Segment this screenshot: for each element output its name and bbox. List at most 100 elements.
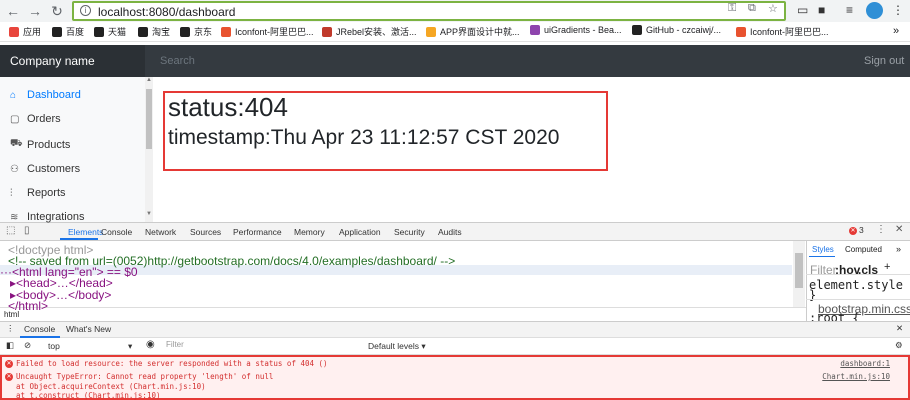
bookmark-label: 天猫 — [108, 27, 127, 37]
tab-elements[interactable]: Elements — [68, 227, 103, 237]
bookmark-favicon-icon — [52, 26, 62, 37]
dom-node[interactable]: </html> — [8, 299, 48, 313]
sidebar-item-products[interactable]: ⛟ Products — [10, 138, 70, 151]
extension-icon[interactable]: ■ — [818, 3, 825, 17]
address-bar[interactable]: i localhost:8080/dashboard — [72, 1, 786, 21]
message-source-link[interactable]: Chart.min.js:10 — [822, 372, 890, 381]
bookmark-item[interactable]: Iconfont-阿里巴巴... — [736, 25, 829, 38]
brand-link[interactable]: Company name — [0, 45, 145, 77]
bookmark-item[interactable]: 京东 — [180, 25, 212, 38]
drawer-close-icon[interactable]: ✕ — [896, 323, 903, 334]
active-tab-indicator — [60, 238, 98, 240]
url-text[interactable]: localhost:8080/dashboard — [98, 5, 235, 19]
bookmark-item[interactable]: Iconfont-阿里巴巴... — [221, 25, 314, 38]
sidebar-item-label: Integrations — [27, 211, 85, 223]
bookmark-item[interactable]: 淘宝 — [138, 25, 170, 38]
tab-computed[interactable]: Computed — [845, 245, 882, 254]
search-input[interactable]: Search — [160, 55, 195, 67]
tab-application[interactable]: Application — [339, 227, 381, 237]
home-icon: ⌂ — [10, 89, 17, 101]
devtools-close-icon[interactable]: ✕ — [895, 224, 903, 235]
sidebar-item-orders[interactable]: ▢ Orders — [10, 113, 61, 125]
bookmark-item[interactable]: JRebel安装、激活... — [322, 25, 417, 38]
back-icon[interactable]: ← — [4, 2, 22, 20]
reading-list-icon[interactable]: ≡ — [846, 3, 853, 17]
bookmark-favicon-icon — [180, 26, 190, 37]
bookmark-item[interactable]: uiGradients - Bea... — [530, 25, 622, 35]
elements-scroll-thumb[interactable] — [795, 253, 803, 288]
context-select[interactable]: top — [48, 341, 60, 351]
clear-console-icon[interactable]: ⊘ — [24, 340, 31, 351]
reload-icon[interactable]: ↻ — [48, 2, 66, 20]
tab-sources[interactable]: Sources — [190, 227, 221, 237]
sidebar-item-customers[interactable]: ⚇ Customers — [10, 163, 80, 175]
timestamp-text: timestamp:Thu Apr 23 11:12:57 CST 2020 — [168, 126, 560, 149]
console-message[interactable]: Uncaught TypeError: Cannot read property… — [16, 372, 273, 381]
message-source-link[interactable]: dashboard:1 — [840, 359, 890, 368]
console-message[interactable]: at Object.acquireContext (Chart.min.js:1… — [16, 382, 206, 391]
bookmark-favicon-icon — [530, 25, 540, 35]
profile-avatar[interactable] — [866, 2, 883, 19]
sidebar-toggle-icon[interactable]: ◧ — [6, 340, 14, 351]
tab-performance[interactable]: Performance — [233, 227, 282, 237]
bookmark-item[interactable]: 天猫 — [94, 25, 126, 38]
eye-icon[interactable]: ◉ — [146, 339, 155, 350]
bookmark-label: 应用 — [23, 27, 42, 37]
drawer-menu-icon[interactable]: ⋮ — [6, 323, 15, 334]
drawer-tab-console[interactable]: Console — [24, 324, 55, 334]
bookmark-item[interactable]: APP界面设计中就... — [426, 25, 520, 38]
new-rule-button[interactable]: + — [884, 261, 890, 273]
signout-link[interactable]: Sign out — [864, 55, 904, 67]
styles-line[interactable]: element.style { — [809, 278, 910, 292]
translate-icon[interactable]: ⧉ — [748, 2, 756, 15]
menu-icon[interactable]: ⋮ — [892, 3, 904, 17]
bookmark-favicon-icon — [736, 26, 746, 37]
log-levels-select[interactable]: Default levels ▾ — [368, 341, 426, 352]
status-text: status:404 — [168, 92, 288, 122]
bookmark-favicon-icon — [426, 26, 436, 37]
error-icon: ✕ — [5, 360, 13, 368]
more-bookmarks-icon[interactable]: » — [893, 25, 899, 37]
console-filter-input[interactable]: Filter — [166, 340, 356, 353]
inspect-icon[interactable]: ⬚ — [6, 225, 15, 236]
sidebar-item-dashboard[interactable]: ⌂ Dashboard — [10, 89, 81, 101]
forward-icon[interactable]: → — [26, 2, 44, 20]
file-icon: ▢ — [10, 113, 20, 125]
bookmark-item[interactable]: 应用 — [9, 25, 41, 38]
more-tabs-icon[interactable]: » — [896, 244, 901, 254]
console-message[interactable]: at t.construct (Chart.min.js:10) — [16, 391, 161, 400]
tab-audits[interactable]: Audits — [438, 227, 462, 237]
tab-console[interactable]: Console — [101, 227, 132, 237]
bookmark-item[interactable]: 百度 — [52, 25, 84, 38]
sidebar-scroll-thumb[interactable] — [146, 89, 152, 149]
bookmark-label: JRebel安装、激活... — [336, 27, 417, 37]
key-icon[interactable]: ⚿ — [728, 2, 736, 15]
device-toggle-icon[interactable]: ▯ — [24, 225, 30, 236]
tab-security[interactable]: Security — [394, 227, 425, 237]
scroll-down-icon[interactable]: ▼ — [145, 211, 153, 217]
bookmark-item[interactable]: GitHub - czcaiwj/... — [632, 25, 721, 35]
tab-memory[interactable]: Memory — [294, 227, 325, 237]
console-settings-icon[interactable]: ⚙ — [895, 340, 903, 351]
error-count[interactable]: 3 — [859, 225, 864, 235]
sidebar-item-reports[interactable]: ⫶ Reports — [10, 187, 66, 199]
sidebar-item-integrations[interactable]: ≋ Integrations — [10, 211, 84, 223]
error-badge-icon[interactable]: ✕ — [849, 227, 857, 235]
devtools-menu-icon[interactable]: ⋮ — [876, 224, 886, 235]
sidebar-item-label: Orders — [27, 113, 61, 125]
bookmark-star-icon[interactable]: ☆ — [768, 2, 778, 15]
console-message[interactable]: Failed to load resource: the server resp… — [16, 359, 328, 368]
bookmark-label: Iconfont-阿里巴巴... — [750, 27, 829, 37]
bookmark-label: uiGradients - Bea... — [544, 25, 622, 35]
bookmark-favicon-icon — [94, 26, 104, 37]
scroll-up-icon[interactable]: ▲ — [145, 77, 153, 83]
context-dropdown-icon[interactable]: ▾ — [128, 341, 132, 352]
breadcrumb[interactable]: html — [0, 307, 806, 321]
tab-network[interactable]: Network — [145, 227, 176, 237]
drawer-tabbar — [0, 321, 910, 338]
bookmark-label: APP界面设计中就... — [440, 27, 520, 37]
cast-icon[interactable]: ▭ — [797, 3, 808, 17]
drawer-tab-whats-new[interactable]: What's New — [66, 324, 111, 334]
info-icon[interactable]: i — [80, 5, 91, 16]
tab-styles[interactable]: Styles — [812, 245, 834, 254]
